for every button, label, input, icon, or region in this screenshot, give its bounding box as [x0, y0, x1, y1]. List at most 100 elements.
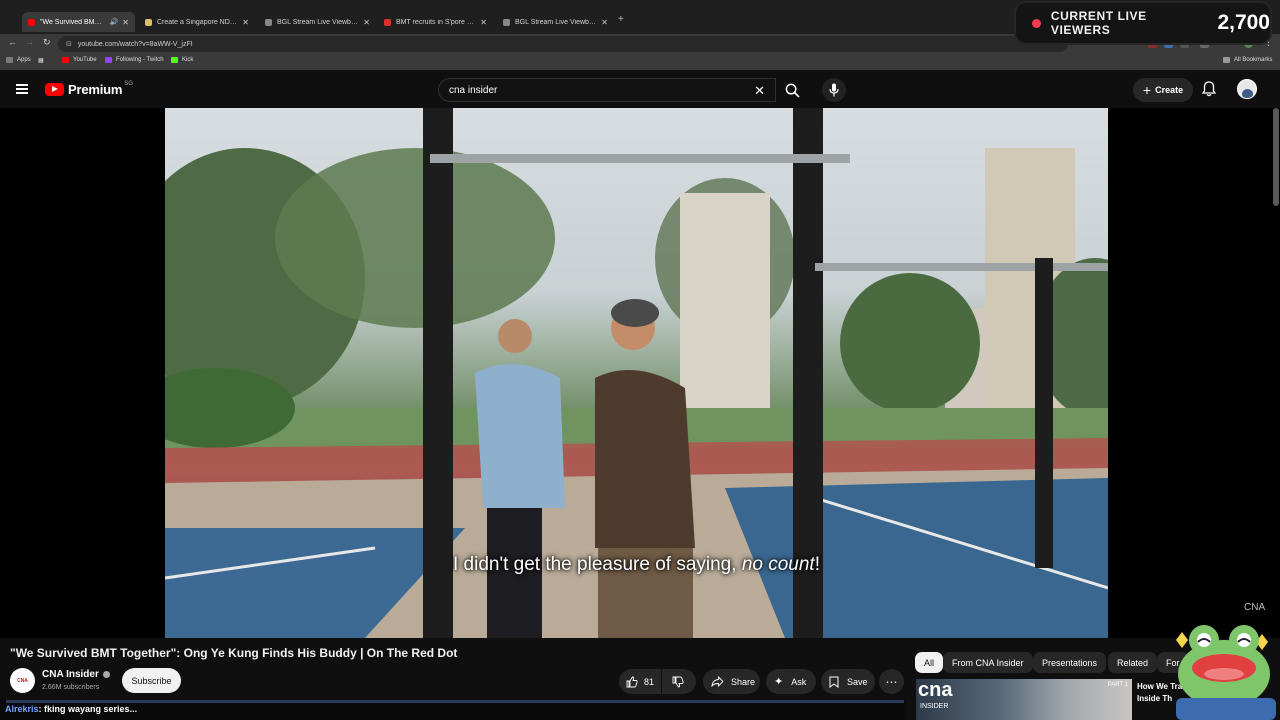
close-tab-icon[interactable]: ✕ — [122, 18, 129, 27]
bell-icon — [1201, 81, 1217, 97]
like-button[interactable]: 81 — [619, 669, 661, 694]
like-count: 81 — [644, 676, 655, 687]
forward-arrow-icon[interactable]: → — [25, 37, 34, 47]
close-tab-icon[interactable]: ✕ — [242, 18, 249, 27]
tab-title: BGL Stream Live Viewbots — [277, 18, 360, 26]
bookmark-label: YouTube — [73, 57, 97, 63]
browser-tab[interactable]: "We Survived BMT Togethe 🔊 ✕ — [22, 12, 135, 32]
youtube-play-icon — [45, 83, 64, 96]
subtitle-italic-text: no count — [741, 554, 815, 575]
related-video-thumbnail[interactable]: cna INSIDER PART 1 — [916, 679, 1132, 720]
create-button[interactable]: + Create — [1133, 78, 1193, 102]
video-title: "We Survived BMT Together": Ong Ye Kung … — [10, 646, 458, 660]
page-favicon-icon — [503, 18, 510, 26]
apps-launcher-icon[interactable]: ▦ — [38, 57, 44, 64]
save-button[interactable]: Save — [821, 669, 875, 694]
subtitle-end-text: ! — [814, 554, 820, 575]
more-horizontal-icon: ⋯ — [885, 674, 898, 689]
ask-button[interactable]: ✦ Ask — [766, 669, 816, 694]
country-code: SG — [124, 80, 133, 87]
all-bookmarks-label: All Bookmarks — [1234, 57, 1273, 63]
more-actions-button[interactable]: ⋯ — [879, 669, 904, 694]
chat-ticker: Alrekris: fking wayang series... — [0, 700, 905, 720]
viewers-label: CURRENT LIVE VIEWERS — [1050, 9, 1147, 37]
browser-tab[interactable]: Create a Singapore NDP Song ✕ — [139, 12, 255, 32]
chip-related[interactable]: Related — [1108, 652, 1158, 673]
plus-icon: + — [1142, 82, 1152, 98]
browser-tab[interactable]: BMT recruits in S'pore given m ✕ — [378, 12, 493, 32]
video-player[interactable]: I didn't get the pleasure of saying, no … — [0, 108, 1280, 638]
subscriber-count: 2.66M subscribers — [42, 684, 100, 691]
chat-text: : fking wayang series... — [38, 704, 138, 714]
speaker-icon[interactable]: 🔊 — [110, 18, 119, 26]
frog-mascot-image — [1176, 625, 1276, 720]
logo-text: Premium — [68, 82, 123, 97]
bookmark-youtube[interactable]: YouTube — [62, 57, 97, 63]
tab-title: BMT recruits in S'pore given m — [396, 18, 476, 26]
close-tab-icon[interactable]: ✕ — [480, 18, 487, 27]
bookmark-kick[interactable]: Kick — [171, 57, 193, 63]
close-tab-icon[interactable]: ✕ — [601, 18, 608, 27]
bookmark-twitch[interactable]: Following - Twitch — [105, 57, 164, 63]
folder-icon — [1223, 57, 1230, 63]
bookmark-apps[interactable]: Apps — [6, 57, 31, 63]
chip-from-cna-insider[interactable]: From CNA Insider — [943, 652, 1033, 673]
notifications-button[interactable] — [1201, 81, 1217, 102]
reload-icon[interactable]: ↻ — [43, 37, 51, 48]
close-tab-icon[interactable]: ✕ — [363, 18, 370, 27]
page-favicon-icon — [265, 18, 272, 26]
browser-tab[interactable]: BGL Stream Live Viewbots ✕ — [259, 12, 376, 32]
back-arrow-icon[interactable]: ← — [8, 37, 17, 47]
tab-title: Create a Singapore NDP Song — [157, 18, 238, 26]
page-favicon-icon — [384, 18, 391, 26]
thumbnail-brand-text: cna — [918, 679, 953, 701]
youtube-icon — [62, 57, 69, 63]
live-dot-icon — [1032, 18, 1041, 28]
voice-search-button[interactable] — [822, 78, 846, 102]
page-scrollbar[interactable] — [1273, 108, 1279, 206]
subscribe-button[interactable]: Subscribe — [122, 668, 181, 693]
search-icon — [785, 83, 800, 98]
chip-presentations[interactable]: Presentations — [1033, 652, 1107, 673]
channel-avatar[interactable]: CNA — [10, 668, 35, 693]
bookmark-icon — [829, 676, 839, 688]
create-label: Create — [1155, 85, 1184, 95]
search-button[interactable] — [776, 78, 808, 102]
microphone-icon — [829, 83, 839, 97]
twitch-icon — [105, 57, 112, 63]
youtube-logo[interactable]: Premium SG — [45, 80, 133, 97]
sparkle-icon: ✦ — [774, 676, 784, 688]
youtube-favicon-icon — [28, 18, 35, 26]
chat-message: Alrekris: fking wayang series... — [5, 704, 137, 714]
live-viewers-overlay: CURRENT LIVE VIEWERS 2,700 — [1016, 3, 1270, 43]
search-input[interactable]: cna insider ✕ — [438, 78, 776, 102]
thumbs-down-icon — [672, 676, 684, 688]
thumbs-up-icon — [626, 676, 638, 688]
tab-title: "We Survived BMT Togethe — [40, 18, 106, 26]
viewers-count: 2,700 — [1217, 11, 1270, 34]
hamburger-icon[interactable] — [16, 84, 28, 94]
share-button[interactable]: Share — [703, 669, 760, 694]
ticker-divider — [6, 700, 904, 703]
page-favicon-icon — [145, 18, 152, 26]
close-icon[interactable]: ✕ — [754, 83, 765, 99]
dislike-button[interactable] — [662, 669, 696, 694]
video-frame[interactable]: I didn't get the pleasure of saying, no … — [165, 108, 1108, 638]
chat-username: Alrekris — [5, 704, 39, 714]
new-tab-button[interactable]: + — [618, 14, 624, 25]
thumbnail-part-label: PART 1 — [1107, 682, 1128, 688]
thumbnail-sub-text: INSIDER — [920, 703, 949, 710]
channel-name-text: CNA Insider — [42, 669, 99, 680]
subtitle-text: I didn't get the pleasure of saying, — [452, 554, 742, 575]
site-info-icon[interactable]: ⊟ — [66, 40, 72, 48]
account-avatar[interactable] — [1237, 79, 1257, 99]
all-bookmarks-button[interactable]: All Bookmarks — [1223, 57, 1272, 63]
chip-all[interactable]: All — [915, 652, 944, 673]
browser-tab[interactable]: BGL Stream Live Viewbots ✕ — [497, 12, 614, 32]
bookmark-label: Following - Twitch — [116, 57, 164, 63]
search-value: cna insider — [449, 84, 498, 96]
ask-label: Ask — [791, 676, 807, 687]
channel-name[interactable]: CNA Insider — [42, 669, 110, 680]
address-bar[interactable]: ⊟ youtube.com/watch?v=8aWW-V_jzFI — [58, 36, 1068, 52]
bookmark-label: Apps — [17, 57, 31, 63]
